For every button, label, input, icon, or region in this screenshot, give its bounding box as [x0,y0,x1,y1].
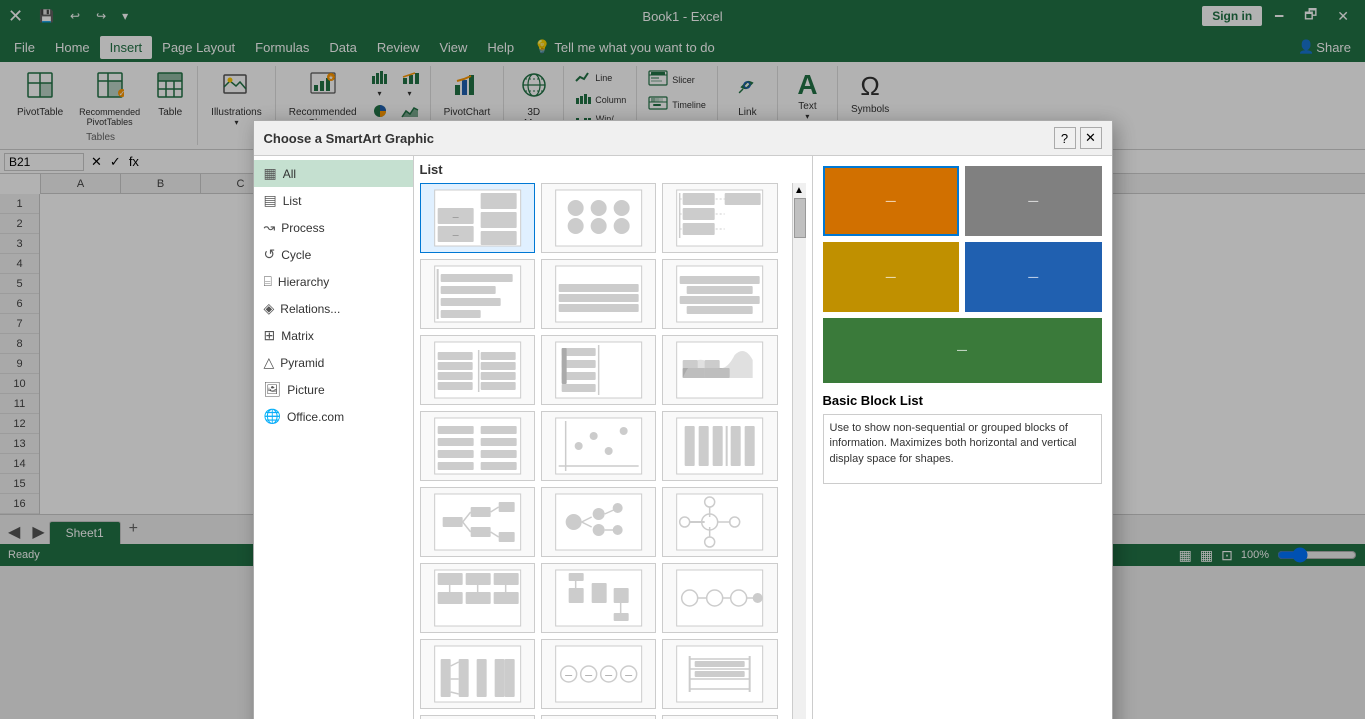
chart-thumb-10[interactable] [420,411,535,481]
chart-thumb-3[interactable] [662,183,777,253]
category-matrix[interactable]: ⊞ Matrix [254,322,413,349]
chart-thumb-1[interactable]: — — [420,183,535,253]
charts-grid: — — [420,183,792,719]
dialog-close-button[interactable]: ✕ [1080,127,1102,149]
picture-category-icon: 🖼 [264,381,282,398]
preview-shape-yellow-dash: — [886,272,896,283]
officecom-category-icon: 🌐 [264,408,281,425]
svg-text:—: — [625,672,632,679]
smartart-dialog: Choose a SmartArt Graphic ? ✕ ▦ All ▤ Li… [253,120,1113,719]
chart-thumb-7[interactable] [420,335,535,405]
pyramid-category-icon: △ [264,354,275,371]
preview-shape-gray[interactable]: — [965,166,1102,236]
preview-shapes: — — — — — [823,166,1102,383]
category-picture[interactable]: 🖼 Picture [254,376,413,403]
category-officecom[interactable]: 🌐 Office.com [254,403,413,430]
category-hierarchy-label: Hierarchy [278,275,329,289]
charts-header: List [420,162,806,177]
scrollbar-track [793,198,806,719]
relations-category-icon: ◈ [264,300,275,317]
chart-thumb-14[interactable] [541,487,656,557]
dialog-titlebar-buttons: ? ✕ [1054,127,1102,149]
chart-thumb-22[interactable] [420,715,535,719]
category-picture-label: Picture [287,383,324,397]
chart-thumb-16[interactable] [420,563,535,633]
chart-thumb-23[interactable]: ○ ○ [541,715,656,719]
charts-panel: List — — [414,156,812,719]
category-pyramid-label: Pyramid [280,356,324,370]
svg-text:—: — [565,672,572,679]
svg-text:—: — [452,215,458,221]
category-pyramid[interactable]: △ Pyramid [254,349,413,376]
chart-thumb-20[interactable]: — — — — [541,639,656,709]
preview-shape-green-dash: — [957,345,967,356]
category-all[interactable]: ▦ All [254,160,413,187]
chart-thumb-8[interactable] [541,335,656,405]
category-officecom-label: Office.com [287,410,344,424]
preview-shape-orange[interactable]: — [823,166,960,236]
category-cycle[interactable]: ↺ Cycle [254,241,413,268]
chart-thumb-15[interactable] [662,487,777,557]
chart-thumb-17[interactable] [541,563,656,633]
scroll-up-button[interactable]: ▲ [792,183,806,198]
preview-name: Basic Block List [823,393,1102,408]
process-category-icon: ↝ [264,219,276,236]
dialog-help-button[interactable]: ? [1054,127,1076,149]
scrollbar-thumb[interactable] [794,198,806,238]
chart-thumb-21[interactable] [662,639,777,709]
svg-text:—: — [585,672,592,679]
chart-thumb-13[interactable] [420,487,535,557]
category-relations-label: Relations... [280,302,340,316]
category-relations[interactable]: ◈ Relations... [254,295,413,322]
preview-shape-gray-dash: — [1028,196,1038,207]
category-cycle-label: Cycle [281,248,311,262]
chart-thumb-9[interactable] [662,335,777,405]
categories-panel: ▦ All ▤ List ↝ Process ↺ Cycle ⌸ Hiera [254,156,414,719]
preview-shape-blue[interactable]: — [965,242,1102,312]
preview-panel: — — — — — Basic Block List U [812,156,1112,719]
cycle-category-icon: ↺ [264,246,276,263]
matrix-category-icon: ⊞ [264,327,276,344]
svg-text:—: — [452,233,458,239]
chart-thumb-2[interactable] [541,183,656,253]
all-category-icon: ▦ [264,165,277,182]
hierarchy-category-icon: ⌸ [264,273,272,290]
chart-thumb-12[interactable] [662,411,777,481]
svg-text:—: — [605,672,612,679]
chart-thumb-11[interactable] [541,411,656,481]
preview-shape-yellow[interactable]: — [823,242,960,312]
preview-description: Use to show non-sequential or grouped bl… [823,414,1102,484]
dialog-overlay: Choose a SmartArt Graphic ? ✕ ▦ All ▤ Li… [0,0,1365,719]
preview-shape-blue-dash: — [1028,272,1038,283]
list-category-icon: ▤ [264,192,277,209]
category-process-label: Process [281,221,324,235]
charts-scrollbar: ▲ ▼ [792,183,806,719]
dialog-title: Choose a SmartArt Graphic [264,131,435,146]
category-all-label: All [283,167,296,181]
chart-thumb-24[interactable] [662,715,777,719]
category-list-label: List [283,194,302,208]
preview-shape-green[interactable]: — [823,318,1102,383]
category-process[interactable]: ↝ Process [254,214,413,241]
category-list[interactable]: ▤ List [254,187,413,214]
category-hierarchy[interactable]: ⌸ Hierarchy [254,268,413,295]
chart-thumb-5[interactable] [541,259,656,329]
category-matrix-label: Matrix [281,329,314,343]
chart-thumb-18[interactable] [662,563,777,633]
chart-thumb-19[interactable] [420,639,535,709]
preview-shape-orange-dash: — [886,196,896,207]
dialog-titlebar: Choose a SmartArt Graphic ? ✕ [254,121,1112,156]
dialog-body: ▦ All ▤ List ↝ Process ↺ Cycle ⌸ Hiera [254,156,1112,719]
chart-thumb-4[interactable] [420,259,535,329]
chart-thumb-6[interactable] [662,259,777,329]
